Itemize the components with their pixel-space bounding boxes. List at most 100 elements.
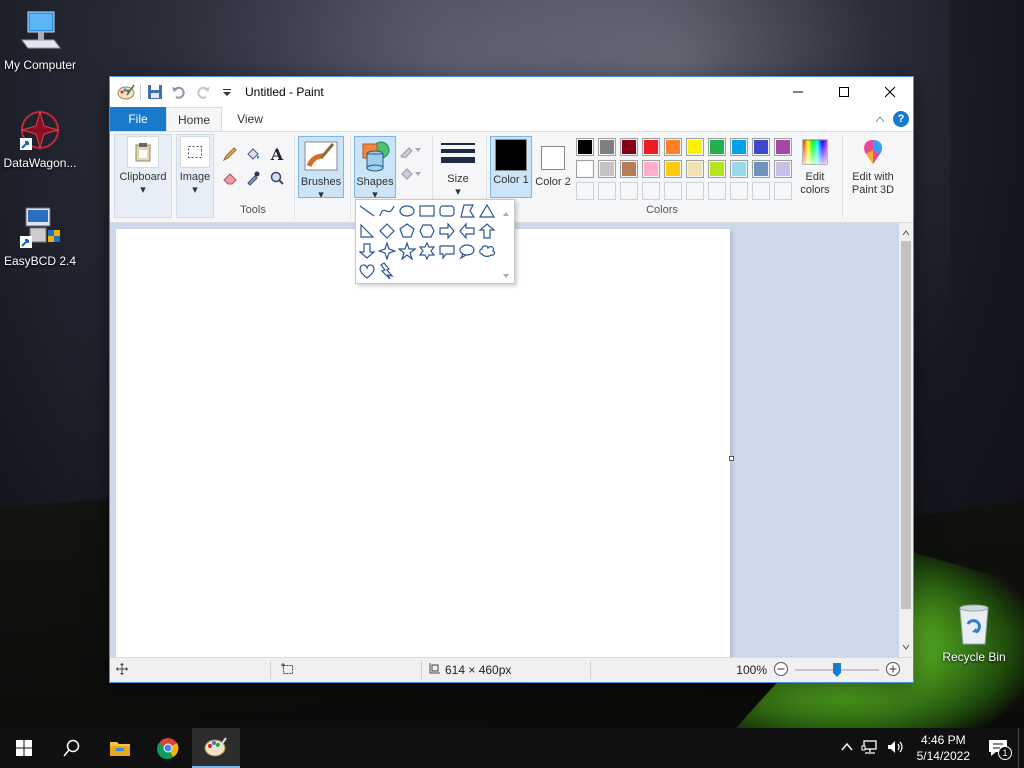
- zoom-slider[interactable]: [795, 662, 879, 678]
- gallery-scroll-down-icon[interactable]: [502, 268, 510, 282]
- volume-icon[interactable]: [883, 740, 909, 757]
- redo-icon[interactable]: [193, 82, 213, 102]
- desktop-icon-my-computer[interactable]: My Computer: [0, 10, 80, 72]
- show-desktop-button[interactable]: [1018, 728, 1024, 768]
- color-swatch[interactable]: [664, 160, 682, 178]
- outline-icon[interactable]: [398, 140, 422, 160]
- action-center-icon[interactable]: 1: [978, 728, 1018, 768]
- right-triangle-shape-icon[interactable]: [358, 222, 376, 240]
- zoom-in-icon[interactable]: [885, 661, 901, 680]
- triangle-shape-icon[interactable]: [478, 202, 496, 220]
- color-swatch[interactable]: [598, 138, 616, 156]
- tab-view[interactable]: View: [222, 107, 278, 131]
- heart-shape-icon[interactable]: [358, 262, 376, 280]
- right-arrow-shape-icon[interactable]: [438, 222, 456, 240]
- show-hidden-icons-icon[interactable]: [837, 741, 857, 755]
- custom-color-slot[interactable]: [752, 182, 770, 200]
- custom-color-slot[interactable]: [708, 182, 726, 200]
- color-swatch[interactable]: [708, 138, 726, 156]
- zoom-slider-thumb[interactable]: [833, 663, 841, 677]
- edit-with-paint3d-button[interactable]: Edit with Paint 3D: [846, 136, 900, 197]
- color-swatch[interactable]: [686, 138, 704, 156]
- diamond-shape-icon[interactable]: [378, 222, 396, 240]
- custom-color-slot[interactable]: [576, 182, 594, 200]
- polygon-shape-icon[interactable]: [458, 202, 476, 220]
- desktop-icon-datawagon[interactable]: DataWagon...: [0, 108, 80, 170]
- color-swatch[interactable]: [620, 160, 638, 178]
- maximize-button[interactable]: [821, 77, 867, 107]
- color-swatch[interactable]: [620, 138, 638, 156]
- pentagon-shape-icon[interactable]: [398, 222, 416, 240]
- close-button[interactable]: [867, 77, 913, 107]
- image-button[interactable]: Image ▾: [176, 136, 214, 197]
- color-swatch[interactable]: [576, 138, 594, 156]
- custom-color-slot[interactable]: [730, 182, 748, 200]
- rounded-rectangle-shape-icon[interactable]: [438, 202, 456, 220]
- hexagon-shape-icon[interactable]: [418, 222, 436, 240]
- up-arrow-shape-icon[interactable]: [478, 222, 496, 240]
- minimize-button[interactable]: [775, 77, 821, 107]
- color-swatch[interactable]: [774, 160, 792, 178]
- oval-callout-shape-icon[interactable]: [458, 242, 476, 260]
- line-shape-icon[interactable]: [358, 202, 376, 220]
- magnifier-icon[interactable]: [267, 168, 287, 188]
- five-point-star-shape-icon[interactable]: [398, 242, 416, 260]
- clock[interactable]: 4:46 PM 5/14/2022: [909, 732, 978, 764]
- color-swatch[interactable]: [642, 160, 660, 178]
- rectangle-shape-icon[interactable]: [418, 202, 436, 220]
- desktop-icon-easybcd[interactable]: EasyBCD 2.4: [0, 206, 80, 268]
- color-swatch[interactable]: [730, 160, 748, 178]
- four-point-star-shape-icon[interactable]: [378, 242, 396, 260]
- pencil-icon[interactable]: [220, 144, 240, 164]
- start-button[interactable]: [0, 728, 48, 768]
- customize-qat-icon[interactable]: [217, 82, 237, 102]
- color-swatch[interactable]: [642, 138, 660, 156]
- desktop-icon-recycle-bin[interactable]: Recycle Bin: [934, 602, 1014, 664]
- gallery-scroll-up-icon[interactable]: [502, 206, 510, 220]
- color-swatch[interactable]: [774, 138, 792, 156]
- shapes-button[interactable]: Shapes ▾: [354, 136, 396, 201]
- size-button[interactable]: Size ▾: [436, 136, 480, 199]
- oval-shape-icon[interactable]: [398, 202, 416, 220]
- color-swatch[interactable]: [686, 160, 704, 178]
- file-explorer-icon[interactable]: [96, 728, 144, 768]
- custom-color-slot[interactable]: [620, 182, 638, 200]
- six-point-star-shape-icon[interactable]: [418, 242, 436, 260]
- clipboard-button[interactable]: Clipboard ▾: [114, 136, 172, 197]
- edit-colors-button[interactable]: Edit colors: [792, 136, 838, 197]
- scroll-down-icon[interactable]: [902, 640, 910, 654]
- rounded-callout-shape-icon[interactable]: [438, 242, 456, 260]
- fill-shape-icon[interactable]: [398, 164, 422, 184]
- tab-home[interactable]: Home: [166, 107, 222, 131]
- custom-color-slot[interactable]: [686, 182, 704, 200]
- brushes-button[interactable]: Brushes ▾: [298, 136, 344, 201]
- cloud-callout-shape-icon[interactable]: [478, 242, 496, 260]
- paint-taskbar-icon[interactable]: [192, 728, 240, 768]
- paint-palette-icon[interactable]: [116, 82, 136, 102]
- tab-file[interactable]: File: [110, 107, 166, 131]
- custom-color-slot[interactable]: [664, 182, 682, 200]
- color-swatch[interactable]: [730, 138, 748, 156]
- color1-button[interactable]: Color 1: [490, 136, 532, 198]
- save-icon[interactable]: [145, 82, 165, 102]
- curve-shape-icon[interactable]: [378, 202, 396, 220]
- resize-handle[interactable]: [729, 456, 734, 461]
- vertical-scrollbar[interactable]: [899, 223, 913, 657]
- eraser-icon[interactable]: [220, 168, 240, 188]
- color-swatch[interactable]: [576, 160, 594, 178]
- collapse-ribbon-icon[interactable]: [875, 112, 885, 126]
- lightning-shape-icon[interactable]: [378, 262, 396, 280]
- custom-color-slot[interactable]: [642, 182, 660, 200]
- custom-color-slot[interactable]: [774, 182, 792, 200]
- text-icon[interactable]: A: [267, 144, 287, 164]
- custom-color-slot[interactable]: [598, 182, 616, 200]
- color-swatch[interactable]: [708, 160, 726, 178]
- zoom-out-icon[interactable]: [773, 661, 789, 680]
- scroll-up-icon[interactable]: [902, 226, 910, 240]
- color-swatch[interactable]: [598, 160, 616, 178]
- color-picker-icon[interactable]: [243, 168, 263, 188]
- chrome-icon[interactable]: [144, 728, 192, 768]
- color2-button[interactable]: Color 2: [534, 140, 572, 189]
- left-arrow-shape-icon[interactable]: [458, 222, 476, 240]
- drawing-canvas[interactable]: [116, 229, 730, 657]
